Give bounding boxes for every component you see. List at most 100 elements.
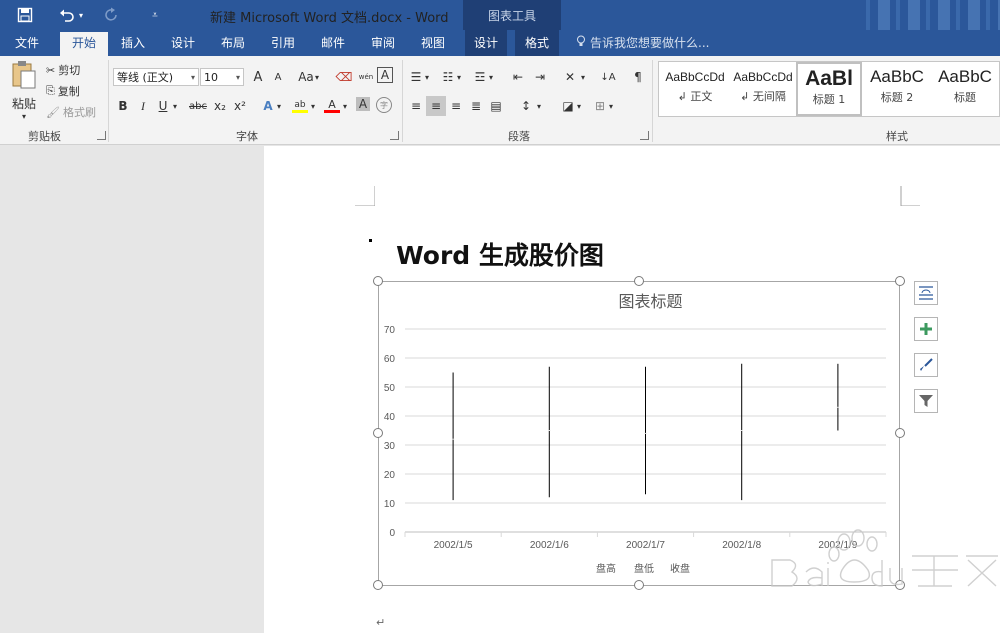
style-sample: AaBbC <box>938 67 992 86</box>
legend-entry: 盘低 <box>634 562 654 575</box>
tab-insert[interactable]: 插入 <box>112 30 154 56</box>
align-center-icon[interactable]: ≡ <box>426 96 446 116</box>
highlight-color-bar <box>292 109 308 113</box>
chevron-down-icon[interactable]: ▾ <box>170 96 180 116</box>
resize-handle-top[interactable] <box>634 276 644 286</box>
tab-view[interactable]: 视图 <box>412 30 454 56</box>
bold-button[interactable]: B <box>113 96 133 116</box>
decrease-indent-icon[interactable]: ⇤ <box>508 67 528 87</box>
undo-dropdown-icon[interactable]: ▾ <box>76 4 86 26</box>
undo-icon[interactable] <box>56 4 78 26</box>
align-right-icon[interactable]: ≡ <box>446 96 466 116</box>
paste-icon <box>11 60 37 93</box>
character-border-button[interactable]: A <box>377 67 393 83</box>
clipboard-launcher-icon[interactable] <box>97 131 106 140</box>
enclose-characters-button[interactable]: 字 <box>376 97 392 113</box>
customize-quick-access-icon[interactable]: ⩡ <box>144 4 166 26</box>
chevron-down-icon[interactable]: ▾ <box>274 96 284 116</box>
strikethrough-button[interactable]: abc <box>186 96 210 116</box>
italic-button[interactable]: I <box>133 96 153 116</box>
chevron-down-icon[interactable]: ▾ <box>312 67 322 87</box>
font-group-label: 字体 <box>236 130 258 143</box>
justify-icon[interactable]: ≣ <box>466 96 486 116</box>
style-heading-1[interactable]: AaBl 标题 1 <box>796 62 862 116</box>
resize-handle-left[interactable] <box>373 428 383 438</box>
tab-mailings[interactable]: 邮件 <box>312 30 354 56</box>
tab-design[interactable]: 设计 <box>162 30 204 56</box>
format-painter-label: 格式刷 <box>62 106 96 119</box>
grow-font-button[interactable]: A <box>248 67 268 87</box>
sort-icon[interactable]: ↓A <box>598 67 618 87</box>
y-tick-label: 20 <box>384 470 396 481</box>
chart-styles-icon[interactable] <box>914 353 938 377</box>
style-name: 标题 1 <box>812 93 846 106</box>
tab-references[interactable]: 引用 <box>262 30 304 56</box>
tab-home[interactable]: 开始 <box>60 32 108 56</box>
font-color-bar <box>324 110 340 113</box>
format-painter-icon: 🖌 <box>46 105 60 119</box>
shrink-font-button[interactable]: A <box>268 67 288 87</box>
tab-chart-format[interactable]: 格式 <box>515 30 559 56</box>
tab-review[interactable]: 审阅 <box>362 30 404 56</box>
resize-handle-top-right[interactable] <box>895 276 905 286</box>
redo-icon[interactable] <box>100 4 122 26</box>
style-heading-2[interactable]: AaBbC 标题 2 <box>864 62 930 116</box>
font-color-button[interactable]: A <box>322 96 342 116</box>
align-left-icon[interactable]: ≡ <box>406 96 426 116</box>
character-shading-button[interactable]: A <box>356 97 370 111</box>
font-name-combo[interactable]: 等线 (正文) ▾ <box>113 68 199 86</box>
paragraph-group-label: 段落 <box>508 130 530 143</box>
paste-button[interactable]: 粘贴 ▾ <box>8 60 40 121</box>
chevron-down-icon[interactable]: ▾ <box>454 67 464 87</box>
style-name: 标题 <box>954 91 976 104</box>
clipboard-group-label: 剪贴板 <box>28 130 61 143</box>
highlight-button[interactable]: ab <box>290 96 310 116</box>
layout-options-icon[interactable] <box>914 281 938 305</box>
resize-handle-right[interactable] <box>895 428 905 438</box>
font-size-combo[interactable]: 10 ▾ <box>200 68 244 86</box>
subscript-button[interactable]: x₂ <box>210 96 230 116</box>
tell-me-box[interactable]: 告诉我您想要做什么... <box>576 30 709 56</box>
style-title[interactable]: AaBbC 标题 <box>932 62 998 116</box>
tab-file[interactable]: 文件 <box>2 30 52 56</box>
document-title: 新建 Microsoft Word 文档.docx - Word <box>210 11 449 26</box>
resize-handle-top-left[interactable] <box>373 276 383 286</box>
phonetic-guide-button[interactable]: wén <box>356 67 376 87</box>
style-no-spacing[interactable]: AaBbCcDd ↲ 无间隔 <box>730 62 796 116</box>
chevron-down-icon: ▾ <box>235 73 240 82</box>
format-painter-button[interactable]: 🖌 格式刷 <box>46 104 96 120</box>
asian-layout-icon[interactable]: ✕ <box>560 67 580 87</box>
y-tick-label: 50 <box>384 383 396 394</box>
chevron-down-icon[interactable]: ▾ <box>574 96 584 116</box>
chevron-down-icon[interactable]: ▾ <box>606 96 616 116</box>
cut-label: 剪切 <box>58 64 81 77</box>
tab-chart-design[interactable]: 设计 <box>465 30 507 56</box>
distributed-icon[interactable]: ▤ <box>486 96 506 116</box>
document-heading[interactable]: Word 生成股价图 <box>0 236 1000 272</box>
show-marks-icon[interactable]: ¶ <box>628 67 648 87</box>
resize-handle-bottom[interactable] <box>634 580 644 590</box>
cut-button[interactable]: ✂ 剪切 <box>46 62 80 78</box>
copy-button[interactable]: ⎘ 复制 <box>46 83 80 99</box>
style-normal[interactable]: AaBbCcDd ↲ 正文 <box>662 62 728 116</box>
chevron-down-icon[interactable]: ▾ <box>534 96 544 116</box>
save-icon[interactable] <box>14 4 36 26</box>
chevron-down-icon[interactable]: ▾ <box>422 67 432 87</box>
tab-layout[interactable]: 布局 <box>212 30 254 56</box>
chart-filters-icon[interactable] <box>914 389 938 413</box>
chevron-down-icon[interactable]: ▾ <box>486 67 496 87</box>
style-sample: AaBbCcDd <box>733 70 793 84</box>
chart-elements-icon[interactable] <box>914 317 938 341</box>
line-spacing-icon[interactable]: ↕ <box>516 96 536 116</box>
resize-handle-bottom-left[interactable] <box>373 580 383 590</box>
increase-indent-icon[interactable]: ⇥ <box>530 67 550 87</box>
superscript-button[interactable]: x² <box>230 96 250 116</box>
font-launcher-icon[interactable] <box>390 131 399 140</box>
chevron-down-icon[interactable]: ▾ <box>308 96 318 116</box>
clear-formatting-icon[interactable]: ⌫ <box>334 67 354 87</box>
separator <box>402 60 403 142</box>
chevron-down-icon[interactable]: ▾ <box>340 96 350 116</box>
chevron-down-icon[interactable]: ▾ <box>578 67 588 87</box>
paragraph-launcher-icon[interactable] <box>640 131 649 140</box>
paragraph-mark: ↵ <box>376 616 386 629</box>
